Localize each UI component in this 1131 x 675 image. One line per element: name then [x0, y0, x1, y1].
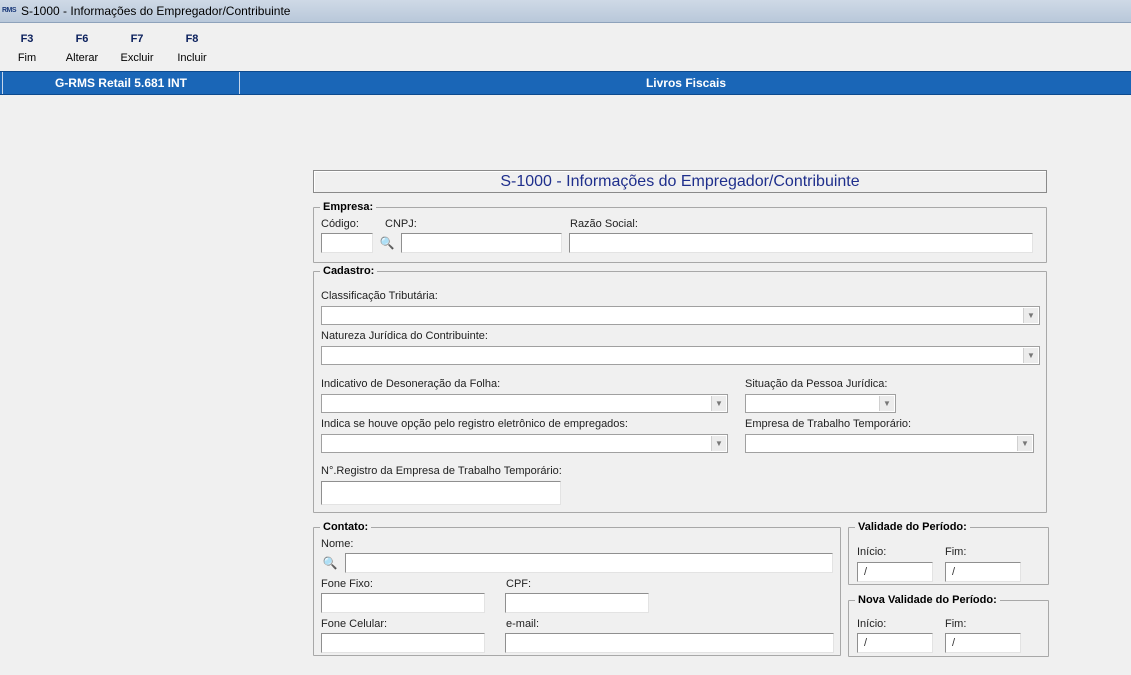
- natureza-juridica-label: Natureza Jurídica do Contribuinte:: [321, 330, 488, 342]
- f6-alterar-button[interactable]: F6 Alterar: [55, 31, 109, 66]
- cpf-label: CPF:: [506, 578, 532, 590]
- chevron-down-icon[interactable]: ▼: [1023, 348, 1038, 363]
- chevron-down-icon[interactable]: ▼: [1023, 308, 1038, 323]
- chevron-down-icon[interactable]: ▼: [1017, 436, 1032, 451]
- nova-validade-inicio-input[interactable]: [857, 633, 933, 653]
- fone-fixo-label: Fone Fixo:: [321, 578, 373, 590]
- f7-key-label: F7: [130, 33, 144, 45]
- f6-action-label: Alterar: [65, 52, 99, 64]
- module-header-bar: G-RMS Retail 5.681 INT Livros Fiscais: [0, 71, 1131, 95]
- fone-celular-input[interactable]: [321, 633, 485, 653]
- razao-social-label: Razão Social:: [570, 218, 638, 230]
- situacao-pessoa-juridica-select[interactable]: ▼: [745, 394, 896, 413]
- f8-action-label: Incluir: [177, 52, 207, 64]
- fone-celular-label: Fone Celular:: [321, 618, 388, 630]
- nova-validade-periodo-legend: Nova Validade do Período:: [855, 593, 1000, 607]
- trabalho-temporario-label: Empresa de Trabalho Temporário:: [745, 418, 912, 430]
- trabalho-temporario-select[interactable]: ▼: [745, 434, 1034, 453]
- f3-key-label: F3: [20, 33, 34, 45]
- nova-validade-inicio-label: Início:: [857, 618, 887, 630]
- email-label: e-mail:: [506, 618, 540, 630]
- chevron-down-icon[interactable]: ▼: [711, 436, 726, 451]
- window-title: S-1000 - Informações do Empregador/Contr…: [21, 4, 291, 18]
- classificacao-tributaria-label: Classificação Tributária:: [321, 290, 438, 302]
- validade-periodo-legend: Validade do Período:: [855, 520, 970, 534]
- classificacao-tributaria-select[interactable]: ▼: [321, 306, 1040, 325]
- codigo-input[interactable]: [321, 233, 373, 253]
- nome-lookup-button[interactable]: 🔍: [319, 553, 341, 573]
- f3-fim-button[interactable]: F3 Fim: [0, 31, 54, 66]
- nova-validade-fim-label: Fim:: [945, 618, 967, 630]
- situacao-pessoa-juridica-label: Situação da Pessoa Jurídica:: [745, 378, 888, 390]
- nr-registro-input[interactable]: [321, 481, 561, 505]
- form-title: S-1000 - Informações do Empregador/Contr…: [313, 170, 1047, 193]
- app-version-label: G-RMS Retail 5.681 INT: [2, 72, 240, 94]
- cnpj-label: CNPJ:: [385, 218, 417, 230]
- chevron-down-icon[interactable]: ▼: [711, 396, 726, 411]
- cnpj-lookup-button[interactable]: 🔍: [376, 233, 398, 253]
- desoneracao-folha-select[interactable]: ▼: [321, 394, 728, 413]
- validade-fim-input[interactable]: [945, 562, 1021, 582]
- app-icon: RMS: [2, 7, 17, 14]
- f7-excluir-button[interactable]: F7 Excluir: [110, 31, 164, 66]
- empresa-legend: Empresa:: [320, 200, 377, 214]
- cadastro-legend: Cadastro:: [320, 264, 378, 278]
- fone-fixo-input[interactable]: [321, 593, 485, 613]
- nome-label: Nome:: [321, 538, 354, 550]
- validade-inicio-label: Início:: [857, 546, 887, 558]
- nr-registro-label: N°.Registro da Empresa de Trabalho Tempo…: [321, 465, 562, 477]
- f3-action-label: Fim: [17, 52, 37, 64]
- f6-key-label: F6: [75, 33, 89, 45]
- f8-key-label: F8: [185, 33, 199, 45]
- binoculars-icon: 🔍: [322, 556, 338, 570]
- validade-inicio-input[interactable]: [857, 562, 933, 582]
- cpf-input[interactable]: [505, 593, 649, 613]
- nova-validade-fim-input[interactable]: [945, 633, 1021, 653]
- module-title: Livros Fiscais: [645, 76, 727, 90]
- binoculars-icon: 🔍: [379, 236, 395, 250]
- desoneracao-folha-label: Indicativo de Desoneração da Folha:: [321, 378, 501, 390]
- f7-action-label: Excluir: [120, 52, 154, 64]
- cnpj-input[interactable]: [401, 233, 562, 253]
- nome-input[interactable]: [345, 553, 833, 573]
- razao-social-input[interactable]: [569, 233, 1033, 253]
- validade-fim-label: Fim:: [945, 546, 967, 558]
- registro-eletronico-label: Indica se houve opção pelo registro elet…: [321, 418, 628, 430]
- codigo-label: Código:: [321, 218, 359, 230]
- natureza-juridica-select[interactable]: ▼: [321, 346, 1040, 365]
- f8-incluir-button[interactable]: F8 Incluir: [165, 31, 219, 66]
- chevron-down-icon[interactable]: ▼: [879, 396, 894, 411]
- window-title-bar: RMS S-1000 - Informações do Empregador/C…: [0, 0, 1131, 23]
- contato-legend: Contato:: [320, 520, 372, 534]
- email-input[interactable]: [505, 633, 834, 653]
- registro-eletronico-select[interactable]: ▼: [321, 434, 728, 453]
